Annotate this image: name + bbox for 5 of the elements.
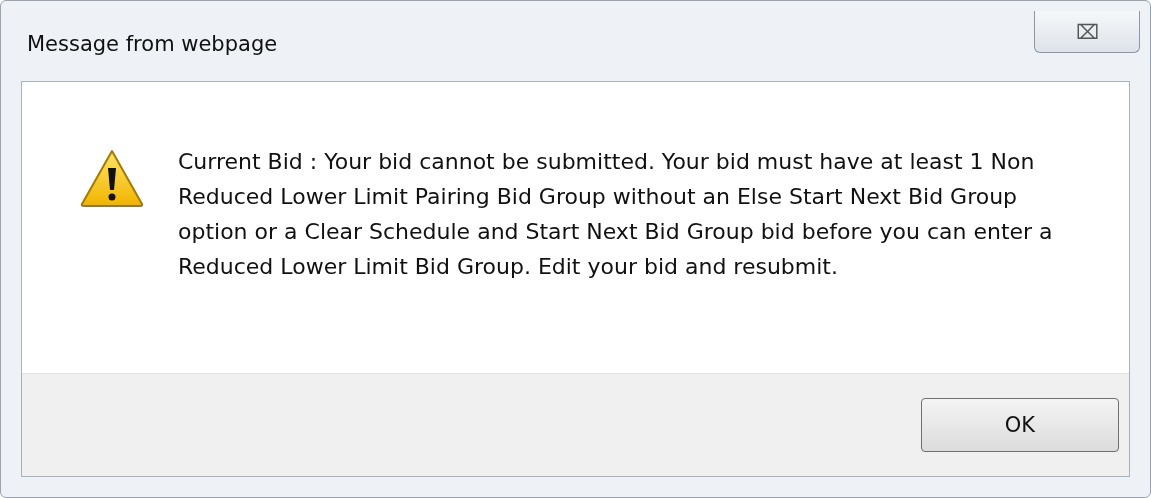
message-text: Current Bid : Your bid cannot be submitted. Your bid must have at least 1 Non Reduced Lower Limit Pairing Bid Group without an Else Start Next Bid Group option or a Clear Schedule and Start Next Bid Group bid before you can enter a Reduced Lower Limit Bid Group. Edit your bid and resubmit. — [178, 148, 1054, 281]
warning-icon — [80, 148, 144, 208]
close-button[interactable]: ⌧ — [1034, 11, 1140, 53]
window-title: Message from webpage — [27, 32, 278, 56]
ok-button[interactable]: OK — [921, 398, 1119, 452]
